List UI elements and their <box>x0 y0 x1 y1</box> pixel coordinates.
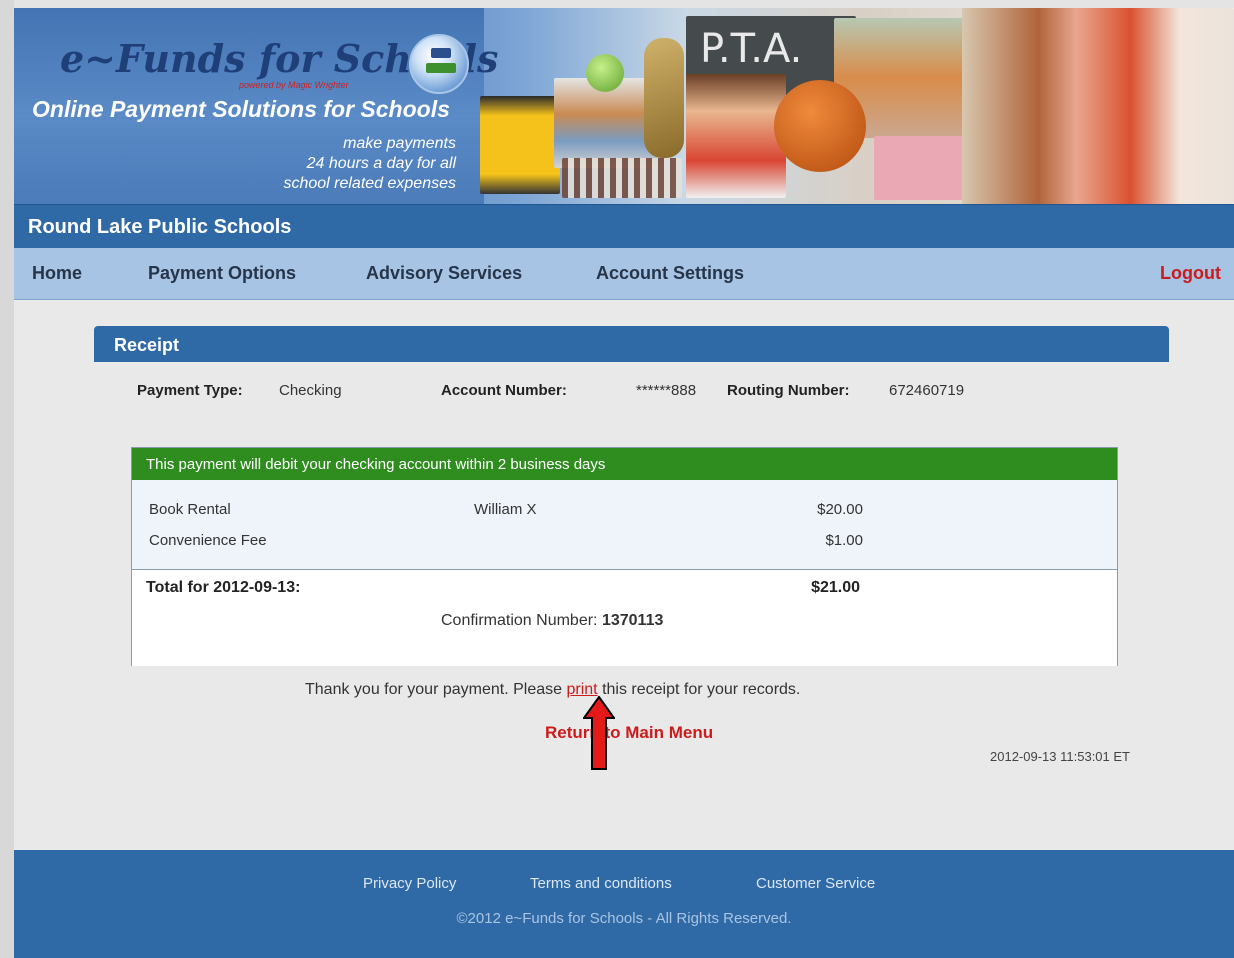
confirmation-label: Confirmation Number: <box>441 612 598 629</box>
receipt-title: Receipt <box>114 335 180 355</box>
banner-subtitle: make payments 24 hours a day for all sch… <box>283 134 456 194</box>
payment-type-value: Checking <box>279 382 342 399</box>
woman-paying-online-image <box>962 8 1234 204</box>
admit-tickets-image <box>874 136 974 200</box>
line-item-student: William X <box>474 501 537 518</box>
powered-by-text: powered by Magic Wrighter <box>239 80 349 90</box>
total-label: Total for 2012-09-13: <box>146 579 301 596</box>
copyright-text: ©2012 e~Funds for Schools - All Rights R… <box>456 910 792 927</box>
thanks-message: Thank you for your payment. Please print… <box>305 681 800 699</box>
confirmation-value: 1370113 <box>601 612 664 629</box>
confirmation-number: Confirmation Number: 1370113 <box>441 612 663 630</box>
saxophone-image <box>644 38 684 158</box>
nav-advisory-services[interactable]: Advisory Services <box>366 263 522 284</box>
line-item-name: Book Rental <box>149 501 231 518</box>
logout-link[interactable]: Logout <box>1160 263 1221 284</box>
nav-home[interactable]: Home <box>32 263 82 284</box>
window-left-edge <box>0 0 14 958</box>
account-number-value: ******888 <box>636 382 696 399</box>
total-amount: $21.00 <box>811 579 860 596</box>
routing-number-value: 672460719 <box>889 382 964 399</box>
account-number-label: Account Number: <box>441 382 567 399</box>
routing-number-label-text: Routing Number: <box>727 382 850 399</box>
return-to-main-menu-link[interactable]: Return to Main Menu <box>545 723 713 743</box>
boy-piggy-bank-image <box>686 74 786 198</box>
site-footer: Privacy Policy Terms and conditions Cust… <box>14 850 1234 958</box>
thanks-text-before: Thank you for your payment. Please <box>305 681 563 698</box>
banner-subtitle-line: 24 hours a day for all <box>306 155 456 172</box>
payment-type-value-text: Checking <box>279 382 342 399</box>
annotation-arrow-icon <box>583 696 615 770</box>
payment-type-label-text: Payment Type: <box>137 382 243 399</box>
main-nav: Home Payment Options Advisory Services A… <box>14 248 1234 300</box>
school-header: Round Lake Public Schools <box>14 204 1234 248</box>
payment-summary-box: This payment will debit your checking ac… <box>131 447 1118 666</box>
pay-save-share-logo-icon <box>409 34 469 94</box>
receipt-header: Receipt <box>94 326 1169 362</box>
banner-subtitle-line: make payments <box>343 135 456 152</box>
banner-subtitle-line: school related expenses <box>283 175 456 192</box>
nav-account-settings[interactable]: Account Settings <box>596 263 744 284</box>
debit-notice-banner: This payment will debit your checking ac… <box>132 448 1117 480</box>
total-section: Total for 2012-09-13: $21.00 Confirmatio… <box>132 570 1117 666</box>
chalkboard-text: P.T.A. <box>700 26 803 72</box>
site-banner: e~Funds for Schools powered by Magic Wri… <box>14 8 1234 204</box>
account-number-label-text: Account Number: <box>441 382 567 399</box>
window-top-edge <box>0 0 1234 8</box>
debit-notice-text: This payment will debit your checking ac… <box>146 456 606 473</box>
thanks-text-after: this receipt for your records. <box>602 681 801 698</box>
receipt-timestamp: 2012-09-13 11:53:01 ET <box>990 749 1130 764</box>
routing-number-value-text: 672460719 <box>889 382 965 399</box>
school-bus-image <box>480 96 560 194</box>
banner-tagline: Online Payment Solutions for Schools <box>32 96 450 122</box>
privacy-policy-link[interactable]: Privacy Policy <box>363 875 456 892</box>
apple-image <box>586 54 624 92</box>
payment-type-label: Payment Type: <box>137 382 243 399</box>
customer-service-link[interactable]: Customer Service <box>756 875 875 892</box>
account-number-value-text: ******888 <box>636 382 697 399</box>
school-name: Round Lake Public Schools <box>28 216 292 238</box>
line-item-amount: $20.00 <box>817 501 863 518</box>
line-item-name: Convenience Fee <box>149 532 267 549</box>
routing-number-label: Routing Number: <box>727 382 849 399</box>
line-item-amount: $1.00 <box>825 532 863 549</box>
nav-payment-options[interactable]: Payment Options <box>148 263 296 284</box>
basketball-image <box>774 80 866 172</box>
terms-link[interactable]: Terms and conditions <box>530 875 672 892</box>
children-silhouettes-image <box>562 158 682 198</box>
